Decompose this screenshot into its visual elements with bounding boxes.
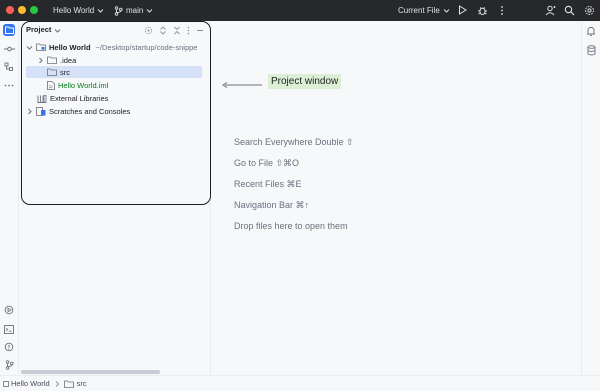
project-tool-window-icon[interactable] [3,24,15,36]
run-config-label: Current File [398,6,440,15]
structure-icon[interactable] [3,61,15,73]
title-bar: Hello World main Current File [0,0,600,21]
hint-drop-files: Drop files here to open them [234,221,348,231]
status-bar: Hello World src [0,375,600,391]
right-tool-strip [581,21,600,375]
minimize-window-button[interactable] [18,6,26,14]
chevron-down-icon [97,9,104,13]
callout-label: Project window [268,74,342,89]
chevron-down-icon [146,9,153,13]
database-icon[interactable] [585,44,597,56]
breadcrumb-folder-label: src [76,379,87,388]
branch-name: main [126,6,144,15]
project-selector[interactable]: Hello World [53,0,104,21]
notifications-bell-icon[interactable] [585,25,597,37]
left-tool-strip [0,21,19,375]
debug-icon[interactable] [476,4,488,16]
more-tool-windows-icon[interactable] [3,79,15,91]
hint-search-everywhere: Search Everywhere Double ⇧ [234,137,354,147]
problems-icon[interactable] [3,341,15,353]
terminal-icon[interactable] [3,323,15,335]
callout-arrow [222,82,262,88]
breadcrumb-folder[interactable]: src [63,379,87,388]
version-control-icon[interactable] [3,359,15,371]
more-actions-icon[interactable] [496,4,508,16]
settings-gear-icon[interactable] [583,4,595,16]
folder-icon [63,380,74,388]
project-panel-scrollbar[interactable] [21,370,160,374]
project-name: Hello World [53,6,95,15]
services-icon[interactable] [3,304,15,316]
code-with-me-icon[interactable] [544,4,556,16]
close-window-button[interactable] [6,6,14,14]
run-icon[interactable] [456,4,468,16]
hint-navigation-bar: Navigation Bar ⌘↑ [234,200,310,210]
git-branch-icon [114,5,123,16]
breadcrumb-separator-icon [55,380,59,387]
module-square-icon [3,380,9,387]
hint-go-to-file: Go to File ⇧⌘O [234,158,300,168]
project-window-highlight [21,21,211,205]
branch-selector[interactable]: main [114,0,153,21]
chevron-down-icon [443,9,450,13]
breadcrumb-project-label: Hello World [11,379,50,388]
zoom-window-button[interactable] [30,6,38,14]
hint-recent-files: Recent Files ⌘E [234,179,302,189]
commit-icon[interactable] [3,43,15,55]
breadcrumb-project[interactable]: Hello World [3,379,50,388]
search-icon[interactable] [563,4,575,16]
run-config-selector[interactable]: Current File [398,0,450,21]
